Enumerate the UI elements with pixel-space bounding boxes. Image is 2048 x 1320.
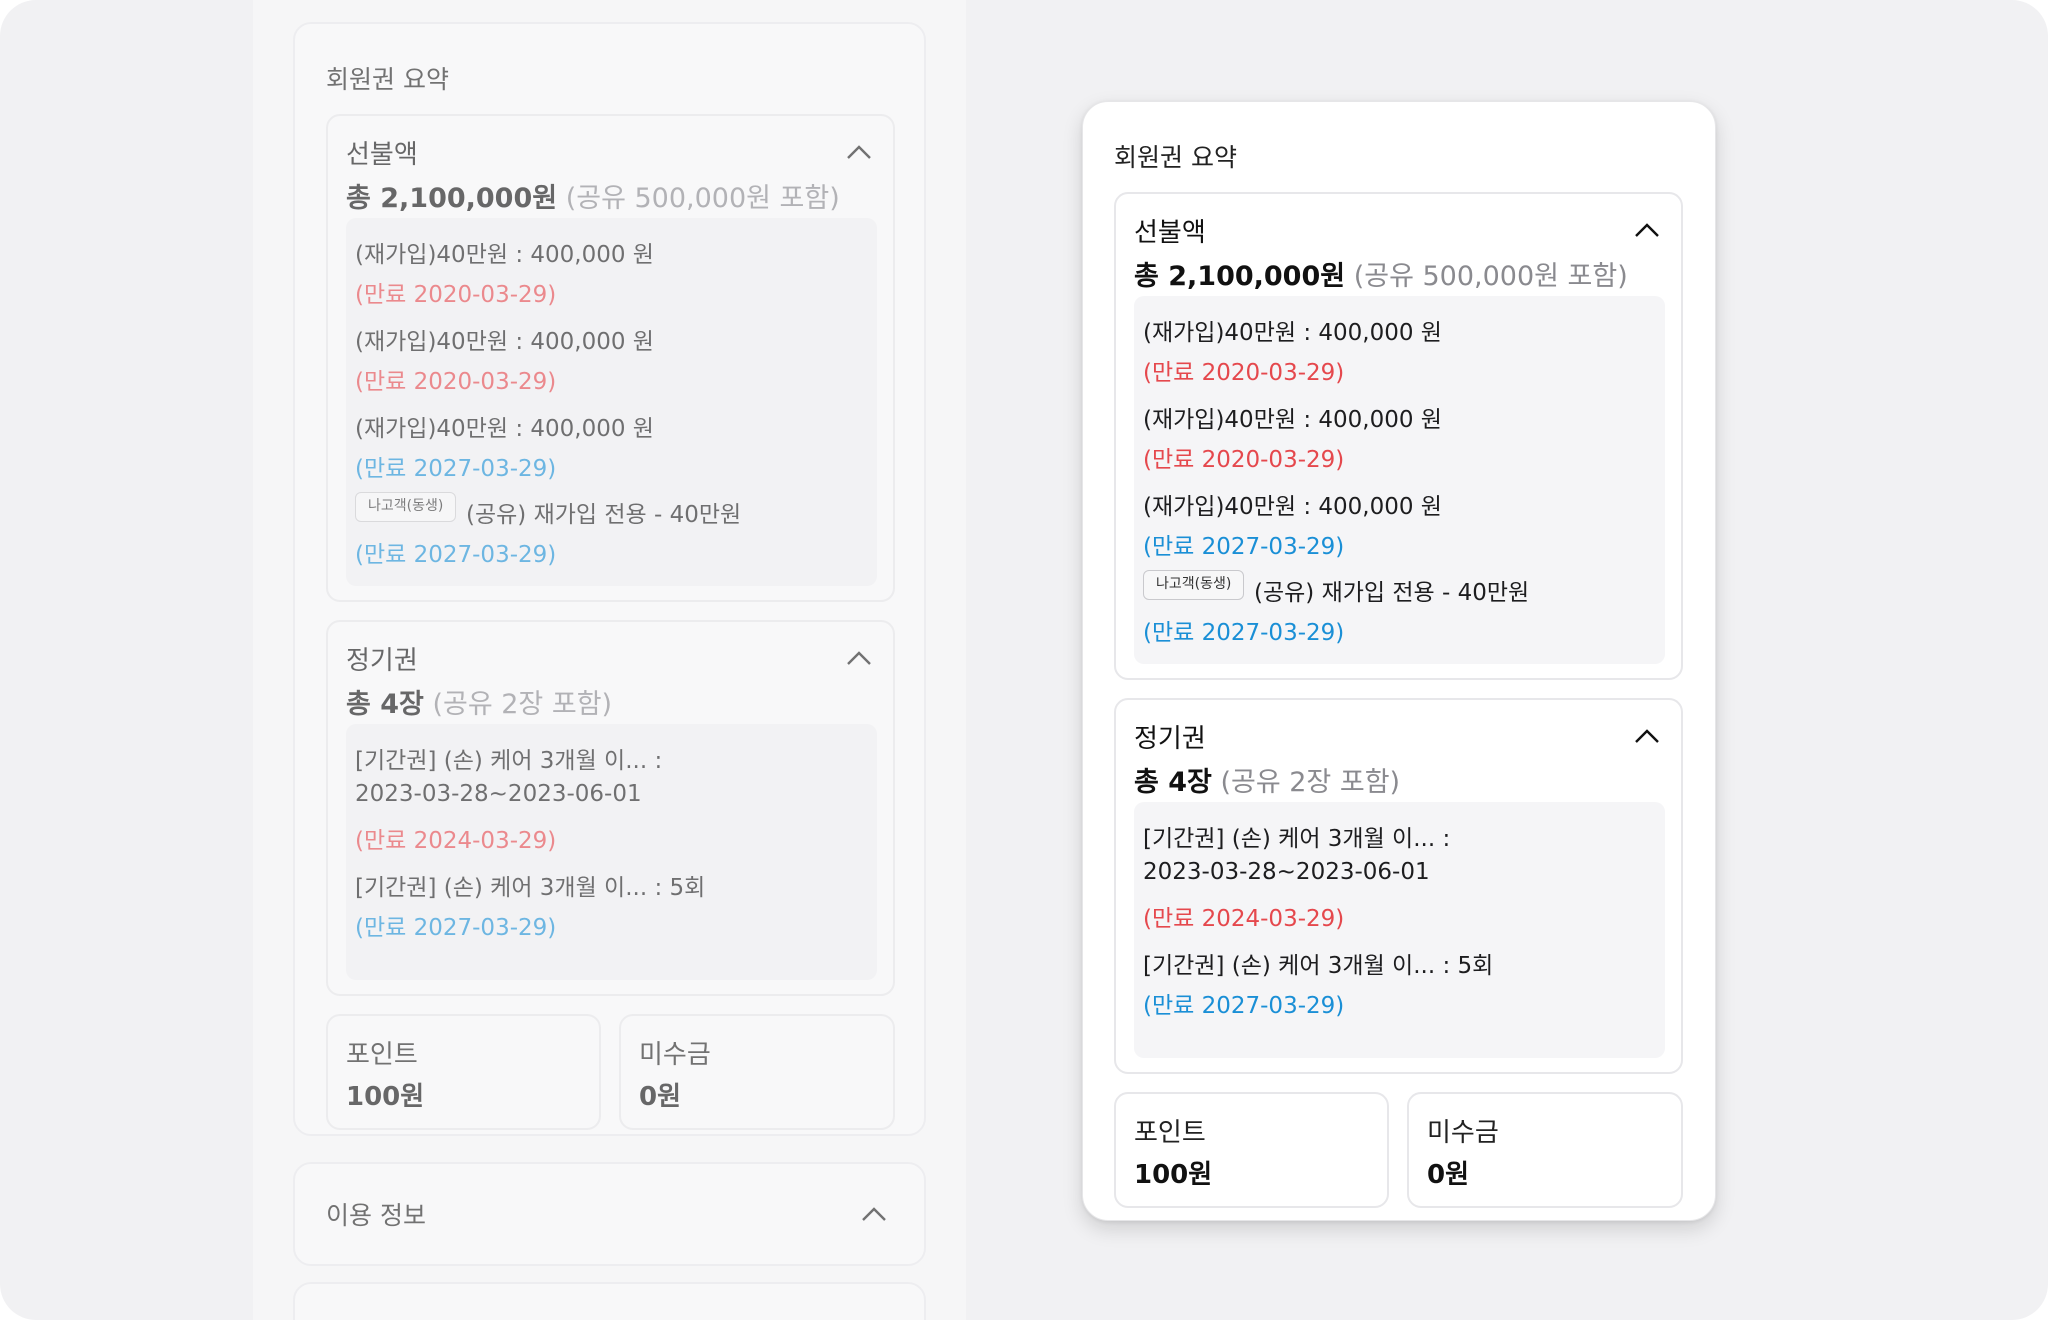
unpaid-value: 0원 [639, 1082, 682, 1112]
pass-item-text: [기간권] (손) 케어 3개월 이... : [1143, 826, 1451, 852]
pass-item-expiry: (만료 2024-03-29) [355, 828, 557, 854]
membership-summary-popover: 회원권 요약 선불액 총 2,100,000원 (공유 500,000원 포함)… [1082, 101, 1716, 1221]
pass-section: 정기권 총 4장 (공유 2장 포함) [기간권] (손) 케어 3개월 이..… [1114, 698, 1683, 1074]
prepaid-item-list: (재가입)40만원 : 400,000 원 (만료 2020-03-29) (재… [1134, 296, 1665, 664]
points-value: 100원 [1134, 1160, 1213, 1190]
pass-item-list: [기간권] (손) 케어 3개월 이... : 2023-03-28~2023-… [1134, 802, 1665, 1058]
usage-info-card[interactable]: 이용 정보 [293, 1162, 926, 1266]
prepaid-item-text: (재가입)40만원 : 400,000 원 [355, 416, 654, 442]
prepaid-item-expiry: (만료 2020-03-29) [355, 369, 557, 395]
pass-item-list: [기간권] (손) 케어 3개월 이... : 2023-03-28~2023-… [346, 724, 877, 980]
phone-preview-panel: 회원권 요약 선불액 총 2,100,000원 (공유 500,000원 포함)… [253, 0, 966, 1320]
prepaid-item-text: (공유) 재가입 전용 - 40만원 [466, 502, 742, 528]
next-card [293, 1282, 926, 1320]
prepaid-item-expiry: (만료 2027-03-29) [1143, 534, 1345, 560]
pass-item-period: 2023-03-28~2023-06-01 [355, 781, 642, 807]
prepaid-label: 선불액 [346, 140, 418, 170]
points-box: 포인트 100원 [1114, 1092, 1389, 1208]
prepaid-total: 총 2,100,000원 (공유 500,000원 포함) [346, 183, 840, 214]
summary-title: 회원권 요약 [1114, 143, 1237, 172]
pass-item-text: [기간권] (손) 케어 3개월 이... : 5회 [1143, 953, 1494, 979]
pass-item-expiry: (만료 2027-03-29) [1143, 993, 1345, 1019]
pass-item-text: [기간권] (손) 케어 3개월 이... : 5회 [355, 875, 706, 901]
chevron-up-icon[interactable] [846, 650, 872, 666]
prepaid-item-text: (재가입)40만원 : 400,000 원 [355, 329, 654, 355]
canvas: 회원권 요약 선불액 총 2,100,000원 (공유 500,000원 포함)… [0, 0, 2048, 1320]
chevron-up-icon[interactable] [1634, 222, 1660, 238]
prepaid-item-text: (재가입)40만원 : 400,000 원 [1143, 494, 1442, 520]
prepaid-item-expiry: (만료 2027-03-29) [355, 542, 557, 568]
pass-item-text: [기간권] (손) 케어 3개월 이... : [355, 748, 663, 774]
shared-owner-tag: 나고객(동생) [355, 492, 457, 522]
unpaid-box: 미수금 0원 [619, 1014, 895, 1130]
prepaid-item-text: (재가입)40만원 : 400,000 원 [1143, 320, 1442, 346]
points-box: 포인트 100원 [326, 1014, 601, 1130]
prepaid-section: 선불액 총 2,100,000원 (공유 500,000원 포함) (재가입)4… [326, 114, 895, 602]
prepaid-label: 선불액 [1134, 218, 1206, 248]
membership-summary-card: 회원권 요약 선불액 총 2,100,000원 (공유 500,000원 포함)… [293, 22, 926, 1136]
phone-preview-content: 회원권 요약 선불액 총 2,100,000원 (공유 500,000원 포함)… [253, 0, 966, 1320]
prepaid-item-expiry: (만료 2027-03-29) [355, 456, 557, 482]
prepaid-item-text: (재가입)40만원 : 400,000 원 [1143, 407, 1442, 433]
prepaid-item-expiry: (만료 2020-03-29) [1143, 360, 1345, 386]
points-label: 포인트 [1134, 1118, 1206, 1148]
pass-label: 정기권 [1134, 724, 1206, 754]
pass-total: 총 4장 (공유 2장 포함) [1134, 767, 1401, 798]
chevron-up-icon[interactable] [846, 144, 872, 160]
unpaid-box: 미수금 0원 [1407, 1092, 1683, 1208]
pass-section: 정기권 총 4장 (공유 2장 포함) [기간권] (손) 케어 3개월 이..… [326, 620, 895, 996]
points-value: 100원 [346, 1082, 425, 1112]
pass-label: 정기권 [346, 646, 418, 676]
summary-title: 회원권 요약 [326, 65, 449, 94]
pass-total: 총 4장 (공유 2장 포함) [346, 689, 613, 720]
chevron-up-icon[interactable] [861, 1206, 887, 1222]
prepaid-item-expiry: (만료 2020-03-29) [355, 282, 557, 308]
chevron-up-icon[interactable] [1634, 728, 1660, 744]
pass-item-expiry: (만료 2027-03-29) [355, 915, 557, 941]
shared-owner-tag: 나고객(동생) [1143, 570, 1245, 600]
points-label: 포인트 [346, 1040, 418, 1070]
prepaid-item-text: (재가입)40만원 : 400,000 원 [355, 242, 654, 268]
unpaid-label: 미수금 [1427, 1118, 1499, 1148]
unpaid-value: 0원 [1427, 1160, 1470, 1190]
prepaid-item-text: (공유) 재가입 전용 - 40만원 [1254, 580, 1530, 606]
prepaid-item-expiry: (만료 2020-03-29) [1143, 447, 1345, 473]
usage-info-title: 이용 정보 [326, 1201, 426, 1230]
prepaid-section: 선불액 총 2,100,000원 (공유 500,000원 포함) (재가입)4… [1114, 192, 1683, 680]
pass-item-period: 2023-03-28~2023-06-01 [1143, 859, 1430, 885]
prepaid-total: 총 2,100,000원 (공유 500,000원 포함) [1134, 261, 1628, 292]
pass-item-expiry: (만료 2024-03-29) [1143, 906, 1345, 932]
unpaid-label: 미수금 [639, 1040, 711, 1070]
prepaid-item-list: (재가입)40만원 : 400,000 원 (만료 2020-03-29) (재… [346, 218, 877, 586]
prepaid-item-expiry: (만료 2027-03-29) [1143, 620, 1345, 646]
